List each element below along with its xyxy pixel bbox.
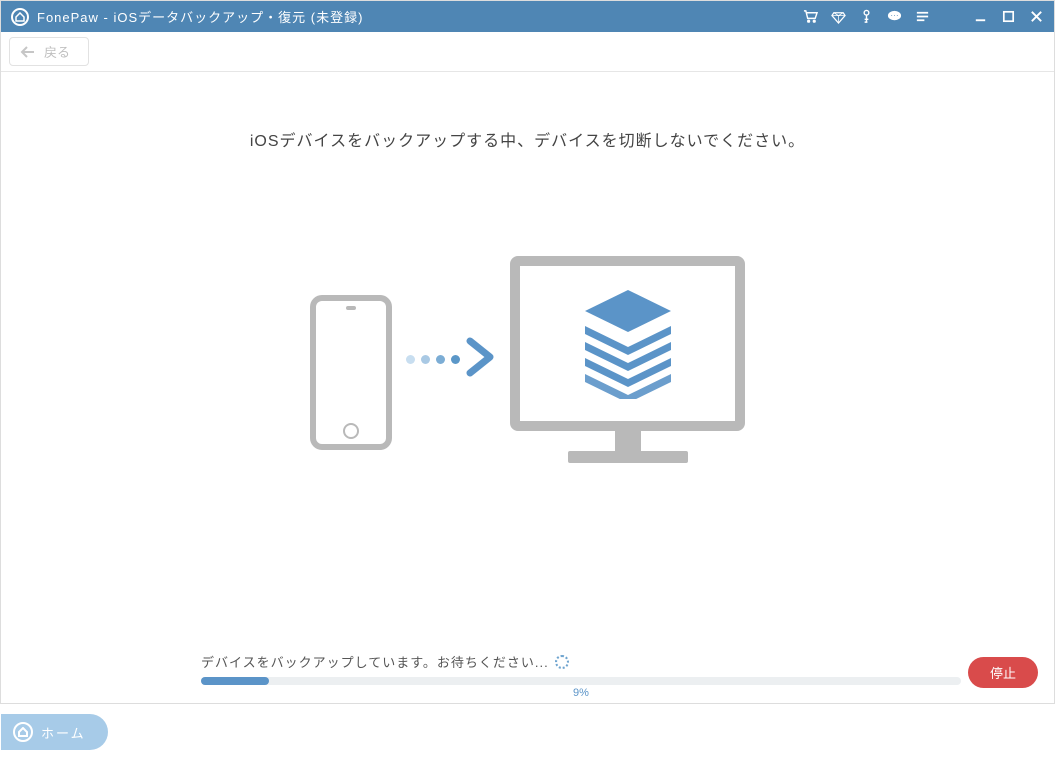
toolbar: 戻る: [1, 32, 1054, 72]
phone-icon: [310, 295, 392, 450]
progress-percent: 9%: [573, 687, 589, 699]
app-logo-icon: [11, 8, 29, 26]
progress-area: デバイスをバックアップしています。お待ちください... 9%: [201, 652, 954, 685]
menu-icon[interactable]: [914, 9, 930, 25]
back-button[interactable]: 戻る: [9, 37, 89, 66]
back-button-label: 戻る: [44, 42, 70, 61]
maximize-icon[interactable]: [1000, 9, 1016, 25]
diamond-icon[interactable]: [830, 9, 846, 25]
transfer-arrow-icon: [406, 337, 496, 382]
window-title: FonePaw - iOSデータバックアップ・復元 (未登録): [37, 7, 802, 26]
close-icon[interactable]: [1028, 9, 1044, 25]
arrow-left-icon: [20, 45, 36, 59]
monitor-icon: [510, 256, 745, 463]
home-button[interactable]: ホーム: [1, 714, 108, 750]
main-content: iOSデバイスをバックアップする中、デバイスを切断しないでください。: [1, 127, 1054, 760]
key-icon[interactable]: [858, 9, 874, 25]
home-icon: [13, 722, 33, 742]
stack-layers-icon: [573, 284, 683, 404]
spinner-icon: [555, 655, 569, 669]
minimize-icon[interactable]: [972, 9, 988, 25]
progress-bar: 9%: [201, 677, 961, 685]
instruction-text: iOSデバイスをバックアップする中、デバイスを切断しないでください。: [1, 127, 1054, 151]
chat-icon[interactable]: [886, 9, 902, 25]
status-text: デバイスをバックアップしています。お待ちください...: [201, 652, 549, 671]
stop-button[interactable]: 停止: [968, 657, 1038, 688]
cart-icon[interactable]: [802, 9, 818, 25]
stop-button-label: 停止: [990, 666, 1016, 681]
transfer-illustration: [1, 256, 1054, 463]
titlebar: FonePaw - iOSデータバックアップ・復元 (未登録): [1, 1, 1054, 32]
home-button-label: ホーム: [41, 723, 86, 742]
